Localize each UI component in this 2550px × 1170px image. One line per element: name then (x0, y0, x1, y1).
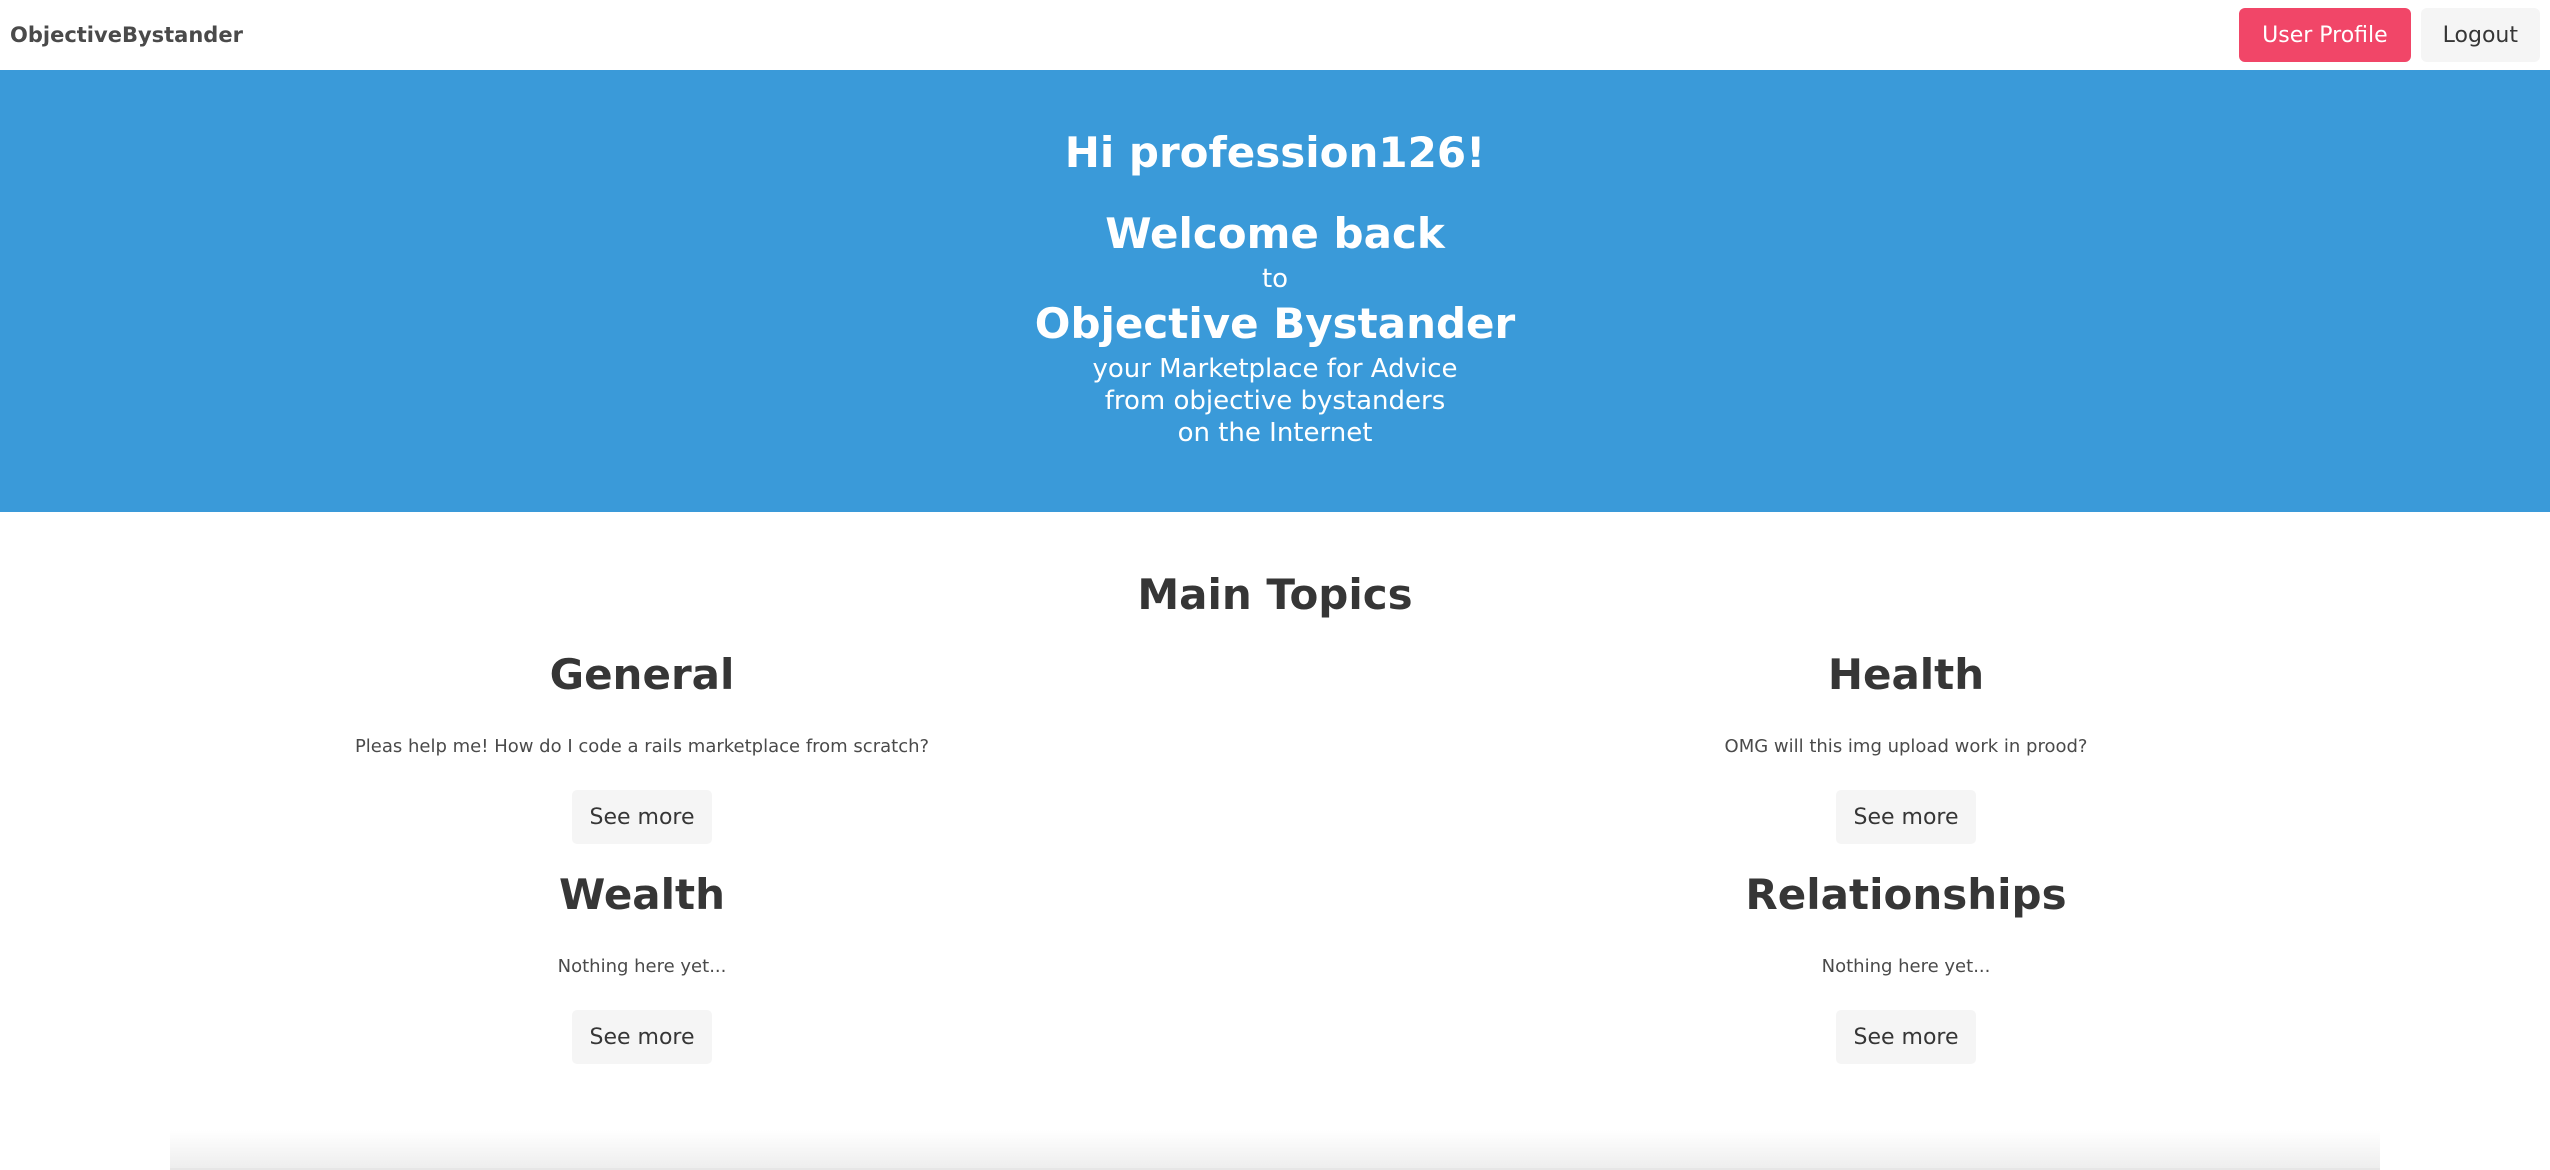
hero-tagline: your Marketplace for Advice from objecti… (0, 353, 2550, 449)
topic-description: Pleas help me! How do I code a rails mar… (354, 736, 930, 757)
topic-title: Wealth (558, 870, 726, 919)
hero-to: to (1261, 264, 1289, 294)
topic-card-general: General Pleas help me! How do I code a r… (292, 654, 992, 844)
topic-card-wealth: Wealth Nothing here yet... See more (292, 874, 992, 1064)
topic-description: Nothing here yet... (1821, 956, 1991, 977)
hero-app-name: Objective Bystander (1034, 299, 1516, 348)
main-topics-title: Main Topics (1137, 570, 1413, 619)
hero-tagline-line: from objective bystanders (1104, 386, 1446, 416)
nav-buttons: User Profile Logout (2239, 8, 2540, 62)
hero-banner: Hi profession126! Welcome back to Object… (0, 70, 2550, 512)
topic-description: OMG will this img upload work in prood? (1724, 736, 2088, 757)
topic-title: General (549, 650, 735, 699)
user-profile-button[interactable]: User Profile (2239, 8, 2411, 62)
hero-greeting: Hi profession126! (1064, 128, 1486, 177)
topic-title: Health (1827, 650, 1985, 699)
see-more-button[interactable]: See more (572, 1010, 712, 1064)
logout-button[interactable]: Logout (2420, 8, 2540, 62)
hero-welcome: Welcome back (1105, 209, 1445, 258)
topic-description: Nothing here yet... (557, 956, 727, 977)
hero-tagline-line: your Marketplace for Advice (1092, 354, 1458, 384)
topic-card-health: Health OMG will this img upload work in … (1556, 654, 2256, 844)
hero-tagline-line: on the Internet (1177, 418, 1373, 448)
footer-edge (170, 1130, 2380, 1170)
brand-logo-link[interactable]: ObjectiveBystander (10, 23, 243, 47)
see-more-button[interactable]: See more (572, 790, 712, 844)
navbar: ObjectiveBystander User Profile Logout (0, 0, 2550, 70)
see-more-button[interactable]: See more (1836, 790, 1976, 844)
topic-title: Relationships (1745, 870, 2067, 919)
topic-card-relationships: Relationships Nothing here yet... See mo… (1556, 874, 2256, 1064)
see-more-button[interactable]: See more (1836, 1010, 1976, 1064)
